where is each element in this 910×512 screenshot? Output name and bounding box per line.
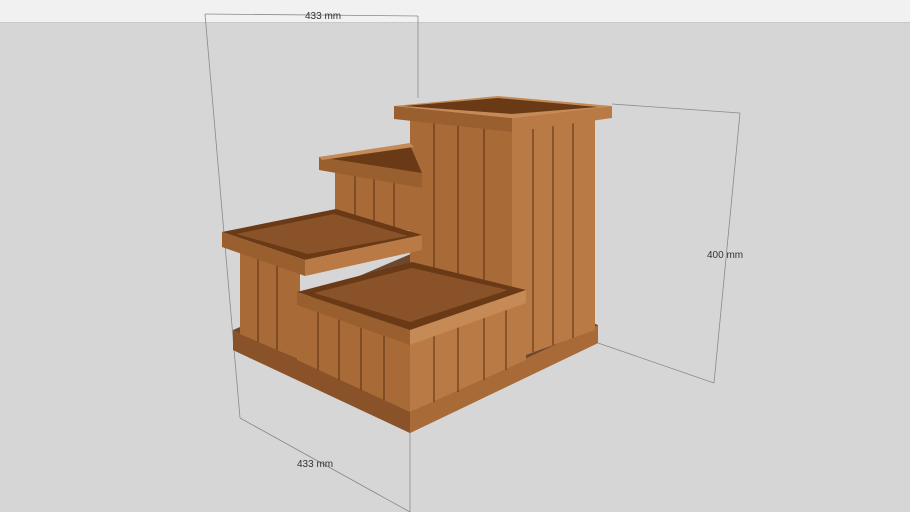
- dimension-top-label: 433 mm: [305, 11, 341, 22]
- dimension-right-label: 400 mm: [707, 250, 743, 261]
- 3d-viewport[interactable]: 433 mm 433 mm 400 mm: [0, 0, 910, 512]
- planter-model-canvas[interactable]: 433 mm 433 mm 400 mm: [0, 0, 910, 512]
- dimension-bottom-label: 433 mm: [297, 459, 333, 470]
